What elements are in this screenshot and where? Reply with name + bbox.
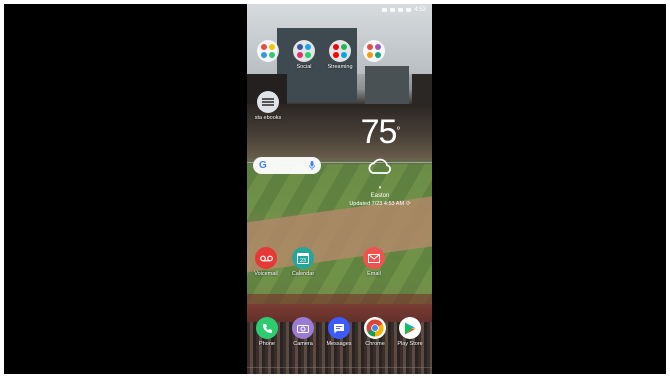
ebooks-icon: [257, 91, 279, 113]
wifi-icon: [390, 8, 396, 12]
streaming-folder-label: Streaming: [327, 64, 353, 70]
social-folder-label: Social: [296, 64, 312, 70]
play-store-app[interactable]: Play Store: [393, 317, 427, 347]
phone-app[interactable]: Phone: [250, 317, 284, 347]
streaming-folder-icon: [329, 40, 351, 62]
weather-updated: Updated 7/23 4:53 AM ⟳: [335, 201, 425, 207]
calendar-day: 23: [300, 258, 306, 264]
notification-icon: [382, 8, 388, 12]
status-bar: 4:53: [247, 4, 432, 16]
voicemail-icon: [255, 247, 277, 269]
folder-4[interactable]: [357, 40, 391, 64]
phone-label: Phone: [259, 341, 275, 347]
weather-widget[interactable]: 75° ▾ Easton Updated 7/23 4:53 AM ⟳: [335, 114, 425, 224]
email-icon: [363, 247, 385, 269]
phone-icon: [256, 317, 278, 339]
weather-location: Easton: [370, 193, 390, 199]
messages-icon: [328, 317, 350, 339]
mic-icon[interactable]: [309, 161, 315, 170]
calendar-app[interactable]: 23 Calendar: [286, 247, 320, 277]
camera-app[interactable]: Camera: [286, 317, 320, 347]
refresh-icon[interactable]: ⟳: [406, 201, 411, 207]
signal-icon: [398, 8, 404, 12]
status-time: 4:53: [414, 7, 426, 13]
weather-updated-text: Updated 7/23 4:53 AM: [349, 201, 405, 207]
ebooks-app[interactable]: sta ebooks: [251, 91, 285, 121]
messages-app[interactable]: Messages: [322, 317, 356, 347]
email-label: Email: [367, 271, 381, 277]
play-store-label: Play Store: [397, 341, 423, 347]
camera-icon: [292, 317, 314, 339]
apps-folder-icon: [257, 40, 279, 62]
messages-label: Messages: [326, 341, 352, 347]
google-logo-icon: G: [259, 160, 267, 171]
voicemail-label: Voicemail: [254, 271, 278, 277]
camera-label: Camera: [293, 341, 313, 347]
ebooks-label: sta ebooks: [254, 115, 282, 121]
wallpaper-building: [365, 66, 409, 106]
calendar-icon: 23: [292, 247, 314, 269]
chrome-app[interactable]: Chrome: [358, 317, 392, 347]
chrome-label: Chrome: [365, 341, 385, 347]
weather-temperature: 75°: [360, 113, 401, 151]
cloud-icon: [368, 158, 391, 174]
calendar-label: Calendar: [291, 271, 315, 277]
phone-screen: 4:53 Social Streaming sta ebooks 75° ▾ E…: [247, 4, 432, 374]
social-folder-icon: [293, 40, 315, 62]
apps-folder-icon: [363, 40, 385, 62]
email-app[interactable]: Email: [357, 247, 391, 277]
voicemail-app[interactable]: Voicemail: [249, 247, 283, 277]
location-pin-icon: ▾: [378, 185, 382, 191]
social-folder[interactable]: Social: [287, 40, 321, 70]
streaming-folder[interactable]: Streaming: [323, 40, 357, 70]
chrome-icon: [364, 317, 386, 339]
navigation-bar[interactable]: [247, 367, 432, 368]
battery-icon: [406, 8, 412, 12]
google-search-bar[interactable]: G: [253, 157, 321, 174]
folder-1[interactable]: [251, 40, 285, 64]
play-store-icon: [399, 317, 421, 339]
